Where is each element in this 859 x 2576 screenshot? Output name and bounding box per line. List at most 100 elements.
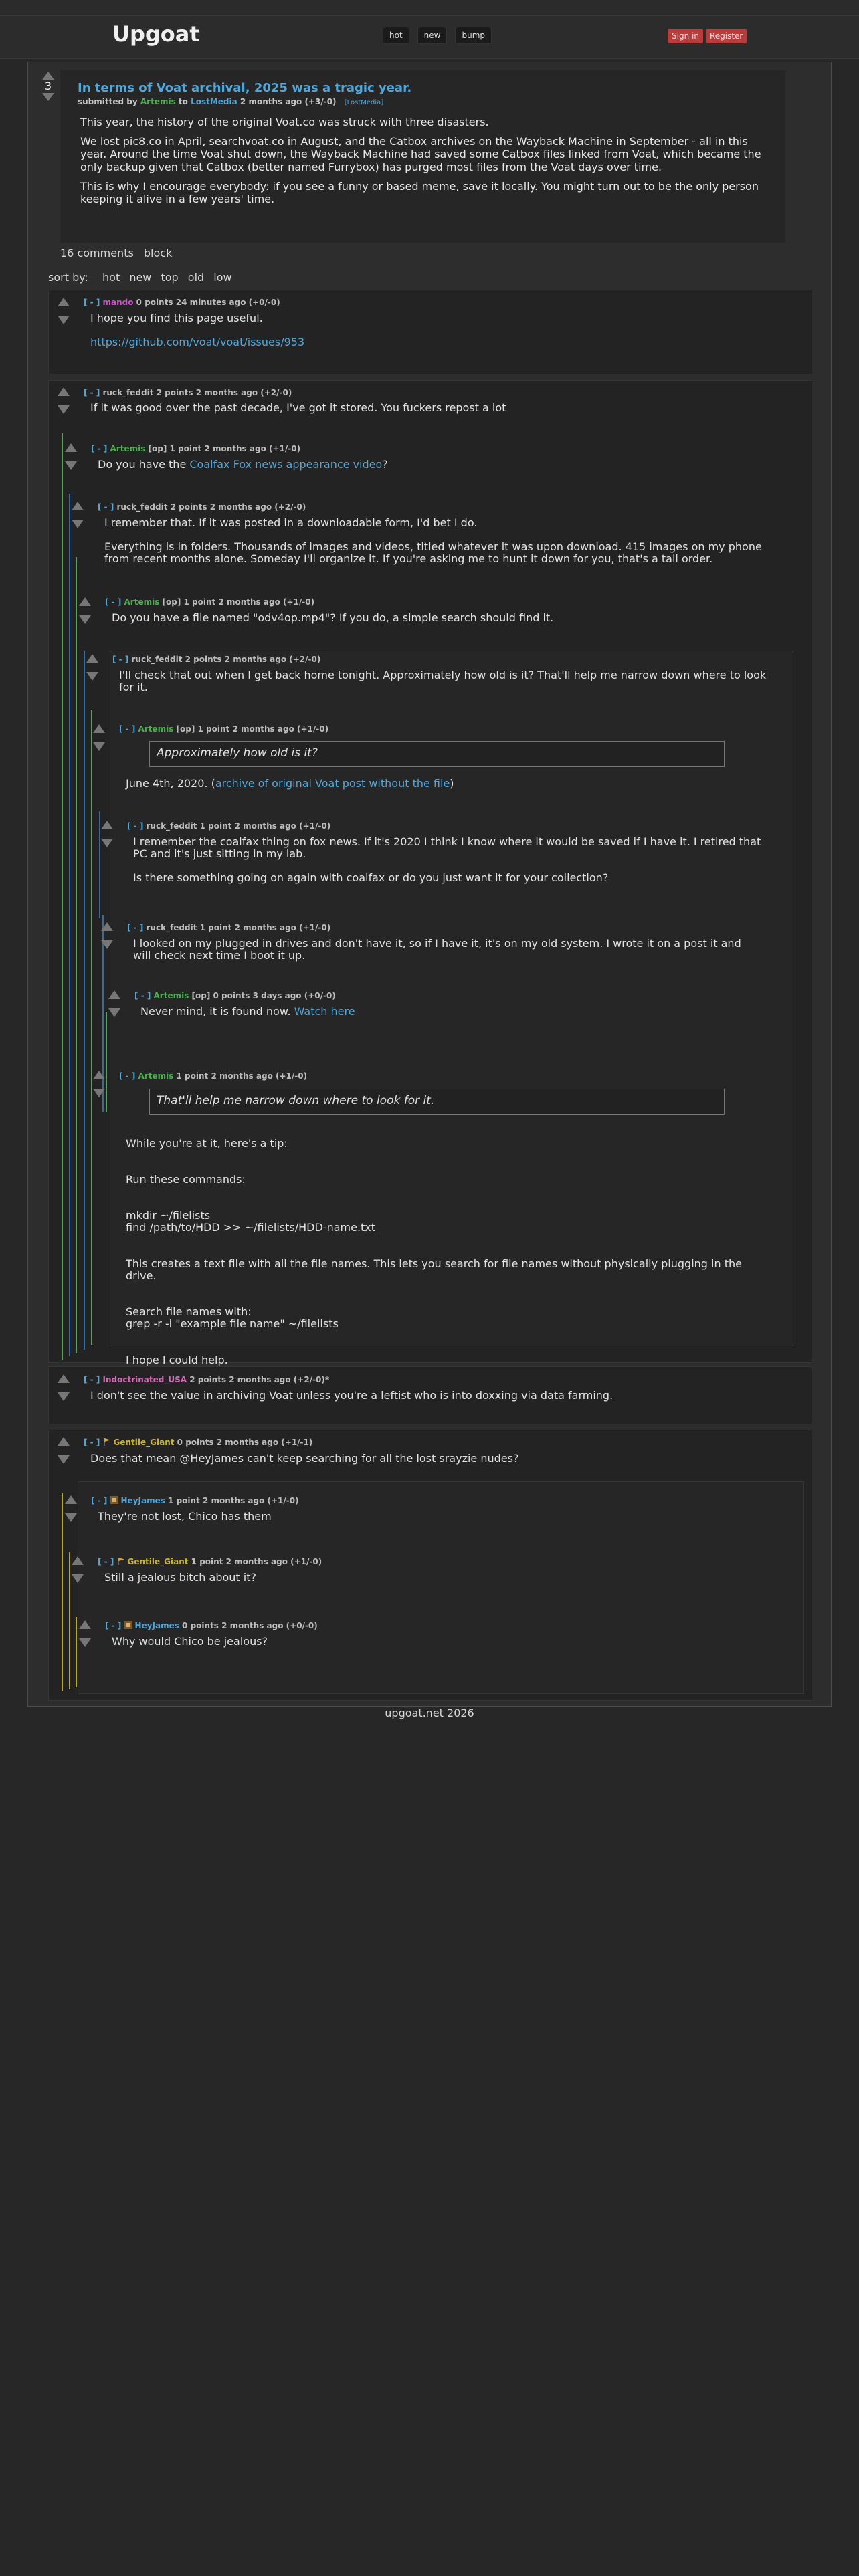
downvote-arrow-icon[interactable]	[58, 1455, 70, 1464]
post-flair[interactable]: [LostMedia]	[345, 99, 383, 106]
sign-in-button[interactable]: Sign in	[668, 29, 703, 43]
collapse-toggle[interactable]: [ - ]	[119, 1071, 135, 1081]
sort-low[interactable]: low	[213, 271, 231, 284]
register-button[interactable]: Register	[705, 29, 747, 43]
comment-author[interactable]: Gentile_Giant	[128, 1557, 189, 1566]
comment-author[interactable]: Artemis	[110, 444, 146, 453]
upvote-arrow-icon[interactable]	[58, 298, 70, 306]
comment-author[interactable]: Artemis	[138, 724, 174, 734]
comment-author[interactable]: Indoctrinated_USA	[103, 1375, 187, 1384]
post-title[interactable]: In terms of Voat archival, 2025 was a tr…	[78, 81, 411, 95]
comment-author[interactable]: Artemis	[138, 1071, 174, 1081]
upvote-arrow-icon[interactable]	[58, 1437, 70, 1446]
upvote-arrow-icon[interactable]	[93, 724, 105, 733]
upvote-arrow-icon[interactable]	[58, 1374, 70, 1383]
upvote-arrow-icon[interactable]	[42, 72, 54, 80]
downvote-arrow-icon[interactable]	[72, 520, 84, 528]
downvote-arrow-icon[interactable]	[65, 461, 77, 470]
downvote-arrow-icon[interactable]	[101, 839, 113, 847]
site-logo[interactable]: Upgoat	[112, 21, 200, 47]
collapse-toggle[interactable]: [ - ]	[84, 388, 100, 397]
comment-text: I remember that. If it was posted in a d…	[104, 516, 478, 529]
upvote-arrow-icon[interactable]	[101, 821, 113, 829]
collapse-toggle[interactable]: [ - ]	[98, 1557, 114, 1566]
collapse-toggle[interactable]: [ - ]	[119, 724, 135, 734]
post-meta-prefix: submitted by	[78, 97, 138, 106]
downvote-arrow-icon[interactable]	[93, 1089, 105, 1097]
downvote-arrow-icon[interactable]	[58, 316, 70, 324]
comment-vote	[84, 654, 100, 681]
comment-vote	[77, 1620, 93, 1647]
comment-link[interactable]: Coalfax Fox news appearance video	[189, 458, 382, 471]
post-author[interactable]: Artemis	[140, 97, 176, 106]
downvote-arrow-icon[interactable]	[58, 1392, 70, 1401]
comment-text: June 4th, 2020. (	[126, 777, 215, 790]
comment-author[interactable]: Gentile_Giant	[114, 1438, 175, 1447]
downvote-arrow-icon[interactable]	[79, 615, 91, 624]
comment-author[interactable]: ruck_feddit	[117, 502, 168, 512]
comment-author[interactable]: HeyJames	[135, 1621, 179, 1630]
sort-new[interactable]: new	[129, 271, 151, 284]
downvote-arrow-icon[interactable]	[79, 1638, 91, 1647]
nav-tabs: hot new bump	[383, 27, 492, 44]
comment-link[interactable]: archive of original Voat post without th…	[215, 777, 450, 790]
sort-old[interactable]: old	[188, 271, 204, 284]
upvote-arrow-icon[interactable]	[65, 1495, 77, 1504]
comment-meta: [ - ] HeyJames 0 points 2 months ago (+0…	[105, 1621, 318, 1630]
collapse-toggle[interactable]: [ - ]	[105, 597, 121, 607]
upvote-arrow-icon[interactable]	[58, 387, 70, 396]
upvote-arrow-icon[interactable]	[86, 654, 98, 663]
code-commands: Search file names with: grep -r -i "exam…	[126, 1305, 339, 1330]
post-subverse[interactable]: LostMedia	[191, 97, 237, 106]
comment-author[interactable]: ruck_feddit	[132, 655, 183, 664]
collapse-toggle[interactable]: [ - ]	[84, 298, 100, 307]
upvote-arrow-icon[interactable]	[72, 502, 84, 510]
collapse-toggle[interactable]: [ - ]	[127, 821, 143, 831]
upvote-arrow-icon[interactable]	[79, 1620, 91, 1629]
comment-author[interactable]: Artemis	[124, 597, 160, 607]
op-badge: [op]	[148, 444, 167, 453]
collapse-toggle[interactable]: [ - ]	[84, 1375, 100, 1384]
downvote-arrow-icon[interactable]	[72, 1574, 84, 1583]
comment-author[interactable]: Artemis	[154, 991, 189, 1000]
downvote-arrow-icon[interactable]	[42, 93, 54, 101]
comment-author[interactable]: HeyJames	[121, 1496, 165, 1505]
comment-link[interactable]: Watch here	[294, 1005, 355, 1018]
upvote-arrow-icon[interactable]	[72, 1556, 84, 1565]
comment-author[interactable]: ruck_feddit	[103, 388, 154, 397]
comments-link[interactable]: 16 comments	[60, 247, 134, 259]
downvote-arrow-icon[interactable]	[58, 405, 70, 414]
comment-author[interactable]: ruck_feddit	[147, 821, 197, 831]
nav-new-button[interactable]: new	[417, 27, 448, 44]
nav-hot-button[interactable]: hot	[383, 27, 409, 44]
collapse-toggle[interactable]: [ - ]	[91, 1496, 107, 1505]
upvote-arrow-icon[interactable]	[93, 1071, 105, 1079]
comment-info: 2 points 2 months ago (+2/-0)*	[189, 1375, 330, 1384]
comment-link[interactable]: https://github.com/voat/voat/issues/953	[90, 336, 759, 348]
downvote-arrow-icon[interactable]	[93, 742, 105, 751]
collapse-toggle[interactable]: [ - ]	[105, 1621, 121, 1630]
comment-author[interactable]: ruck_feddit	[147, 923, 197, 932]
upvote-arrow-icon[interactable]	[79, 597, 91, 606]
sort-top[interactable]: top	[161, 271, 178, 284]
comment-body: June 4th, 2020. (archive of original Voa…	[126, 778, 768, 802]
collapse-toggle[interactable]: [ - ]	[112, 655, 128, 664]
collapse-toggle[interactable]: [ - ]	[91, 444, 107, 453]
collapse-toggle[interactable]: [ - ]	[134, 991, 151, 1000]
downvote-arrow-icon[interactable]	[101, 940, 113, 949]
upvote-arrow-icon[interactable]	[108, 990, 120, 999]
comment-text: Never mind, it is found now.	[140, 1005, 294, 1018]
downvote-arrow-icon[interactable]	[86, 672, 98, 681]
comment-author[interactable]: mando	[103, 298, 134, 307]
downvote-arrow-icon[interactable]	[108, 1008, 120, 1017]
block-link[interactable]: block	[144, 247, 172, 259]
collapse-toggle[interactable]: [ - ]	[98, 502, 114, 512]
upvote-arrow-icon[interactable]	[101, 922, 113, 931]
sort-hot[interactable]: hot	[102, 271, 120, 284]
nav-bump-button[interactable]: bump	[455, 27, 492, 44]
comment-body: Never mind, it is found now. Watch here	[140, 1006, 763, 1030]
collapse-toggle[interactable]: [ - ]	[127, 923, 143, 932]
upvote-arrow-icon[interactable]	[65, 443, 77, 452]
downvote-arrow-icon[interactable]	[65, 1513, 77, 1522]
collapse-toggle[interactable]: [ - ]	[84, 1438, 100, 1447]
